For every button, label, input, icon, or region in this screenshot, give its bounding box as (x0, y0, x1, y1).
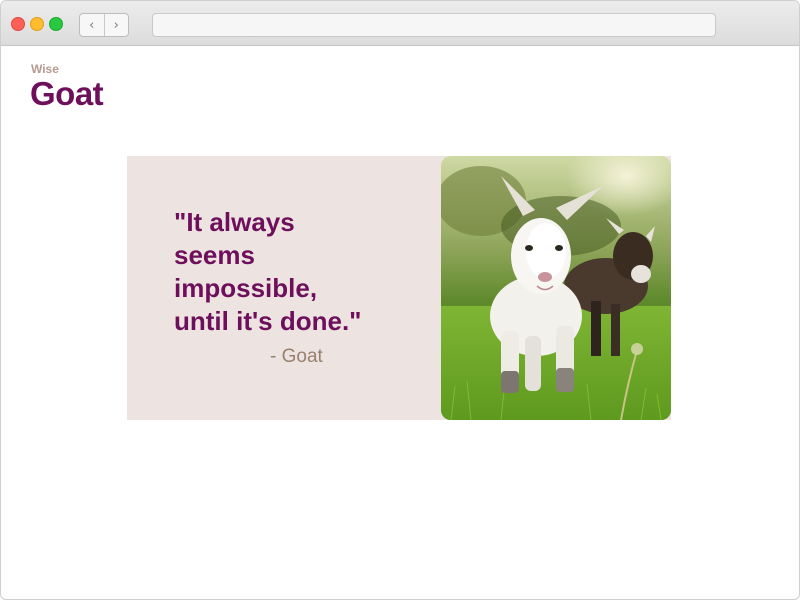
quote-author: - Goat (270, 346, 323, 367)
close-window-button[interactable] (11, 17, 25, 31)
quote-text: "It always seems impossible, until it's … (174, 207, 362, 336)
goat-photo (441, 156, 671, 420)
chevron-right-icon: › (113, 17, 119, 33)
browser-window: ‹ › Wise Goat "It always seems impossibl… (0, 0, 800, 600)
brand-title: Goat (30, 75, 104, 112)
forward-button[interactable]: › (103, 14, 129, 36)
back-button[interactable]: ‹ (80, 14, 104, 36)
quote-card: "It always seems impossible, until it's … (127, 156, 671, 420)
address-bar[interactable] (152, 13, 716, 37)
minimize-window-button[interactable] (30, 17, 44, 31)
chevron-left-icon: ‹ (89, 17, 95, 33)
brand-subtitle: Wise (31, 62, 59, 76)
navigation-buttons: ‹ › (79, 13, 129, 37)
maximize-window-button[interactable] (49, 17, 63, 31)
browser-toolbar: ‹ › (1, 1, 799, 46)
